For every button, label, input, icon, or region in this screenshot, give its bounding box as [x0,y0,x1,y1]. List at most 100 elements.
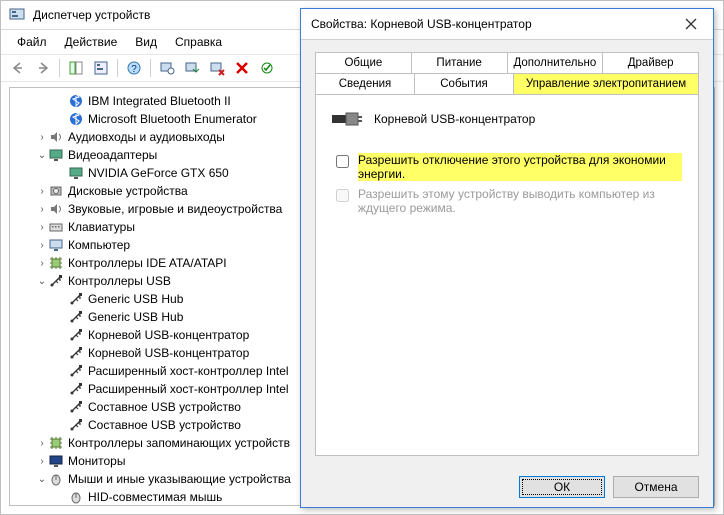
expand-icon[interactable]: › [36,132,48,143]
computer-icon [48,237,64,253]
tree-item-label: Звуковые, игровые и видеоустройства [67,202,282,216]
tree-item-label: Корневой USB-концентратор [87,346,249,360]
enable-device-icon[interactable] [256,57,278,79]
tab-general[interactable]: Общие [316,53,412,73]
chip-icon [48,435,64,451]
tree-item-label: Generic USB Hub [87,292,183,306]
expand-icon[interactable]: › [36,222,48,233]
monitor-card-icon [48,147,64,163]
disable-device-icon[interactable] [231,57,253,79]
update-driver-icon[interactable] [181,57,203,79]
allow-wake-checkbox [336,189,349,202]
device-header: Корневой USB-концентратор [332,109,682,129]
tab-driver[interactable]: Драйвер [603,53,698,73]
expand-icon[interactable]: › [36,258,48,269]
dialog-body: Общие Питание Дополнительно Драйвер Свед… [301,40,713,466]
svg-text:?: ? [131,64,137,75]
usb-plug-icon [48,273,64,289]
tree-item-label: Составное USB устройство [87,400,241,414]
mouse-icon [68,489,84,505]
monitor-icon [48,453,64,469]
usb-plug-icon [68,291,84,307]
uninstall-icon[interactable] [206,57,228,79]
mouse-icon [48,471,64,487]
menu-file[interactable]: Файл [9,32,55,52]
collapse-icon[interactable]: ⌄ [36,276,48,287]
tree-item-label: Видеоадаптеры [67,148,157,162]
usb-plug-icon [332,109,364,129]
tree-item-label: NVIDIA GeForce GTX 650 [87,166,229,180]
dialog-title: Свойства: Корневой USB-концентратор [311,17,669,31]
toolbar-separator [59,59,60,77]
usb-plug-icon [68,417,84,433]
monitor-card-icon [68,165,84,181]
usb-plug-icon [68,309,84,325]
menu-action[interactable]: Действие [57,32,126,52]
keyboard-icon [48,219,64,235]
expand-icon[interactable]: › [36,438,48,449]
properties-dialog: Свойства: Корневой USB-концентратор Общи… [300,8,714,508]
tree-item-label: HID-совместимая мышь [87,490,222,504]
tree-item-label: Мониторы [67,454,125,468]
expand-icon[interactable]: › [36,186,48,197]
tree-item-label: Контроллеры IDE ATA/ATAPI [67,256,227,270]
tree-item-label: Корневой USB-концентратор [87,328,249,342]
expand-icon[interactable]: › [36,240,48,251]
close-button[interactable] [669,9,713,39]
ok-button[interactable]: ОК [519,476,605,498]
chip-icon [48,255,64,271]
tree-item-label: IBM Integrated Bluetooth II [87,94,231,108]
tree-item-label: Расширенный хост-контроллер Intel [87,382,289,396]
nav-forward-icon[interactable] [32,57,54,79]
menu-view[interactable]: Вид [127,32,165,52]
tree-item-label: Дисковые устройства [67,184,188,198]
speaker-icon [48,201,64,217]
speaker-icon [48,129,64,145]
tree-item-label: Составное USB устройство [87,418,241,432]
properties-icon[interactable] [90,57,112,79]
app-icon [9,7,25,23]
tab-advanced[interactable]: Дополнительно [508,53,604,73]
tree-item-label: Компьютер [67,238,130,252]
expand-icon[interactable]: › [36,456,48,467]
nav-back-icon[interactable] [7,57,29,79]
tree-item-label: Мыши и иные указывающие устройства [67,472,291,486]
tab-control: Общие Питание Дополнительно Драйвер Свед… [315,52,699,456]
hdd-icon [48,183,64,199]
scan-hardware-icon[interactable] [156,57,178,79]
tab-details[interactable]: Сведения [316,74,415,94]
tree-item-label: Расширенный хост-контроллер Intel [87,364,289,378]
tree-item-label: Аудиовходы и аудиовыходы [67,130,225,144]
expand-icon[interactable]: › [36,204,48,215]
bluetooth-icon [68,111,84,127]
usb-plug-icon [68,381,84,397]
tab-events[interactable]: События [415,74,514,94]
option-allow-wake-row: Разрешить этому устройству выводить комп… [332,187,682,215]
collapse-icon[interactable]: ⌄ [36,474,48,485]
tree-item-label: Контроллеры запоминающих устройств [67,436,290,450]
tree-item-label: Microsoft Bluetooth Enumerator [87,112,257,126]
allow-wake-label: Разрешить этому устройству выводить комп… [358,187,682,215]
usb-plug-icon [68,399,84,415]
dialog-button-row: ОК Отмена [301,466,713,512]
collapse-icon[interactable]: ⌄ [36,150,48,161]
tab-power[interactable]: Питание [412,53,508,73]
menu-help[interactable]: Справка [167,32,230,52]
tab-power-management[interactable]: Управление электропитанием [514,74,698,94]
show-hidden-icon[interactable] [65,57,87,79]
allow-turn-off-checkbox[interactable] [336,155,349,168]
device-name: Корневой USB-концентратор [374,112,535,126]
usb-plug-icon [68,363,84,379]
help-icon[interactable]: ? [123,57,145,79]
tree-item-label: Контроллеры USB [67,274,171,288]
cancel-button[interactable]: Отмена [613,476,699,498]
allow-turn-off-label[interactable]: Разрешить отключение этого устройства дл… [358,153,682,181]
toolbar-separator [150,59,151,77]
toolbar-separator [117,59,118,77]
window-title: Диспетчер устройств [33,8,150,22]
dialog-titlebar[interactable]: Свойства: Корневой USB-концентратор [301,9,713,40]
usb-plug-icon [68,327,84,343]
usb-plug-icon [68,345,84,361]
tree-item-label: Клавиатуры [67,220,135,234]
option-allow-off-row: Разрешить отключение этого устройства дл… [332,153,682,181]
